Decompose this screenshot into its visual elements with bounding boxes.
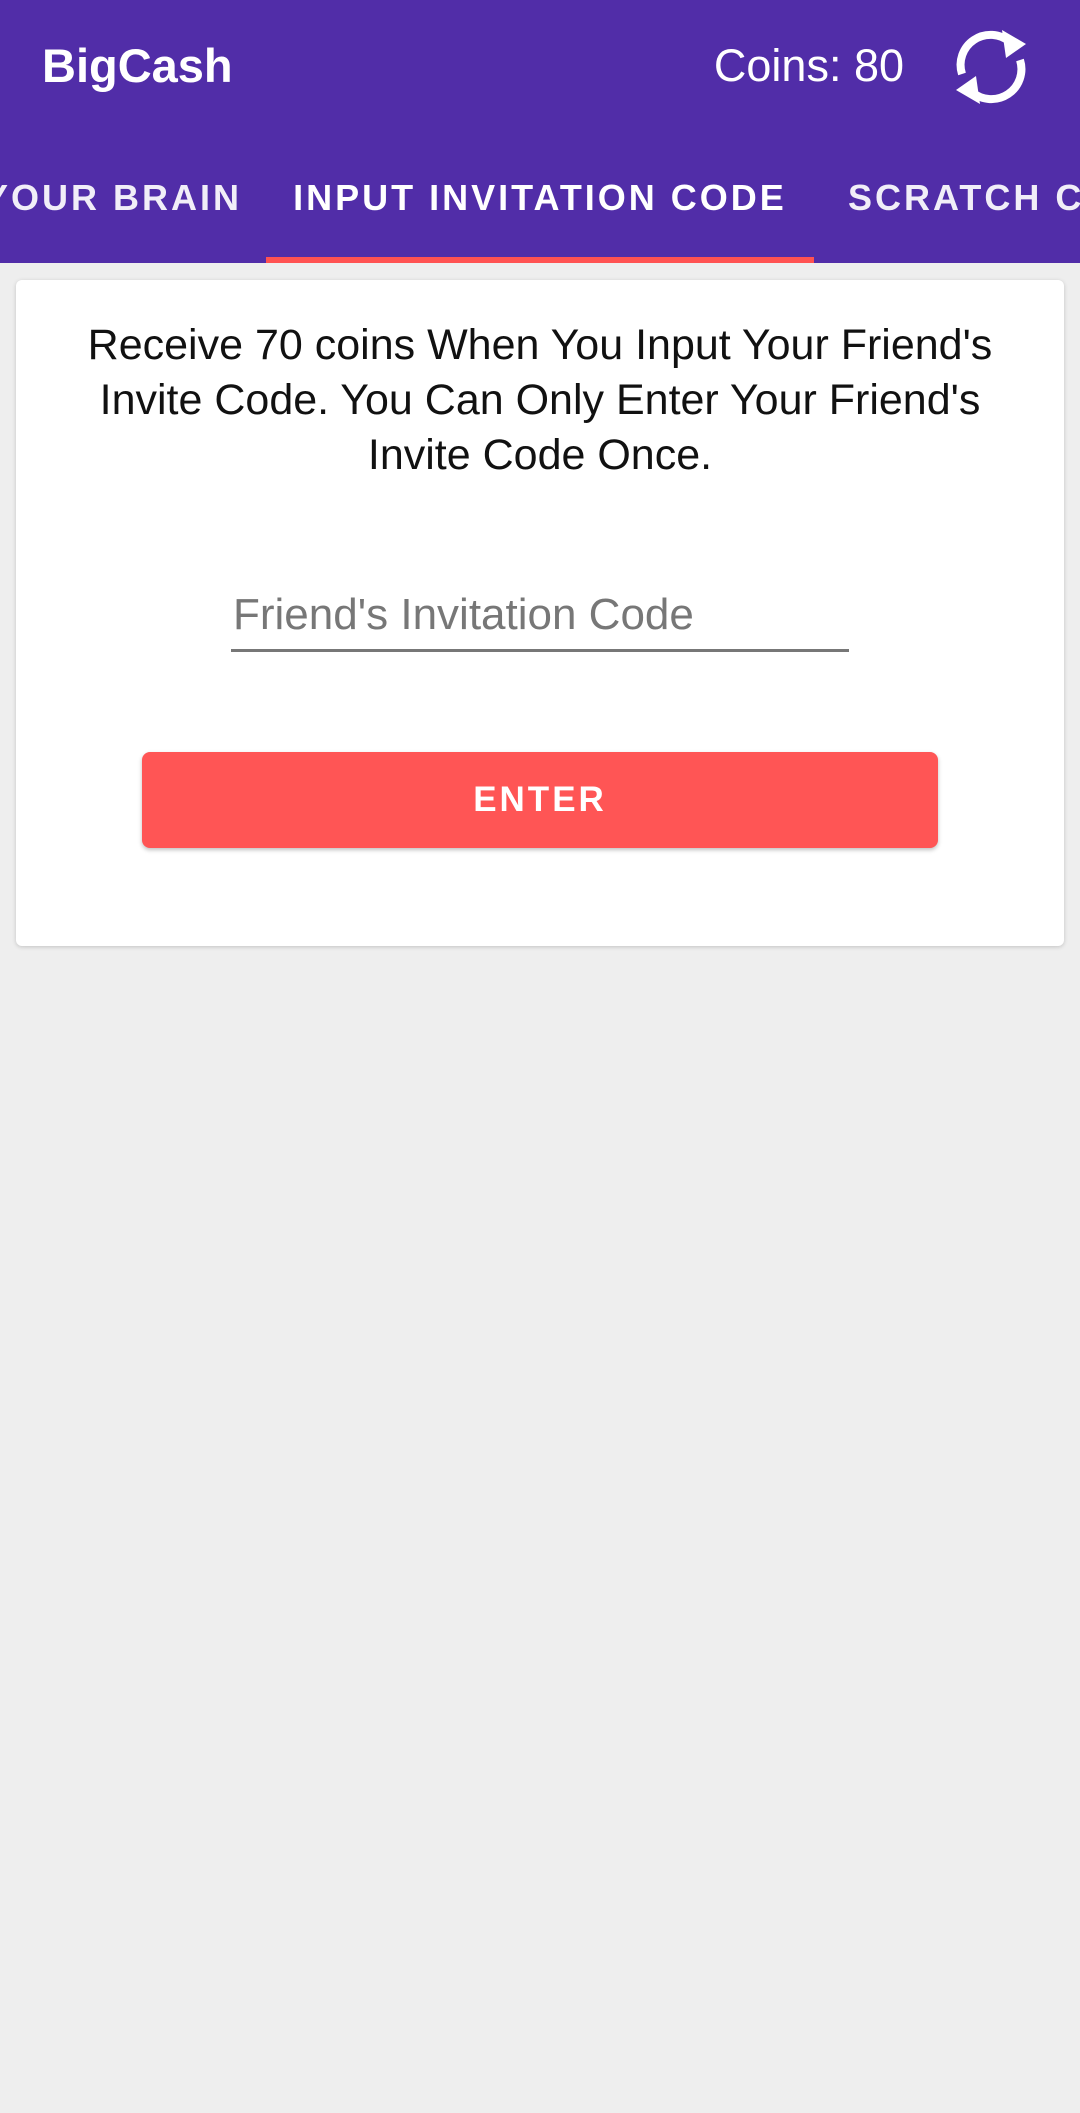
tab-your-brain[interactable]: YOUR BRAIN (0, 132, 266, 263)
tab-scratch-card[interactable]: SCRATCH CA (814, 132, 1080, 263)
app-bar: BigCash Coins: 80 YOUR BRAIN INPUT INVIT… (0, 0, 1080, 263)
app-title: BigCash (42, 39, 233, 92)
invitation-card: Receive 70 coins When You Input Your Fri… (16, 280, 1064, 946)
coins-counter: Coins: 80 (713, 40, 904, 91)
refresh-icon (956, 30, 1026, 104)
enter-button[interactable]: ENTER (142, 752, 938, 848)
invitation-info-text: Receive 70 coins When You Input Your Fri… (87, 321, 993, 479)
tab-input-invitation-code[interactable]: INPUT INVITATION CODE (266, 132, 814, 263)
tab-bar: YOUR BRAIN INPUT INVITATION CODE SCRATCH… (0, 132, 1080, 263)
tab-indicator (266, 257, 814, 263)
refresh-button[interactable] (944, 20, 1038, 114)
invitation-code-input[interactable] (231, 580, 849, 652)
toolbar: BigCash Coins: 80 (0, 0, 1080, 132)
